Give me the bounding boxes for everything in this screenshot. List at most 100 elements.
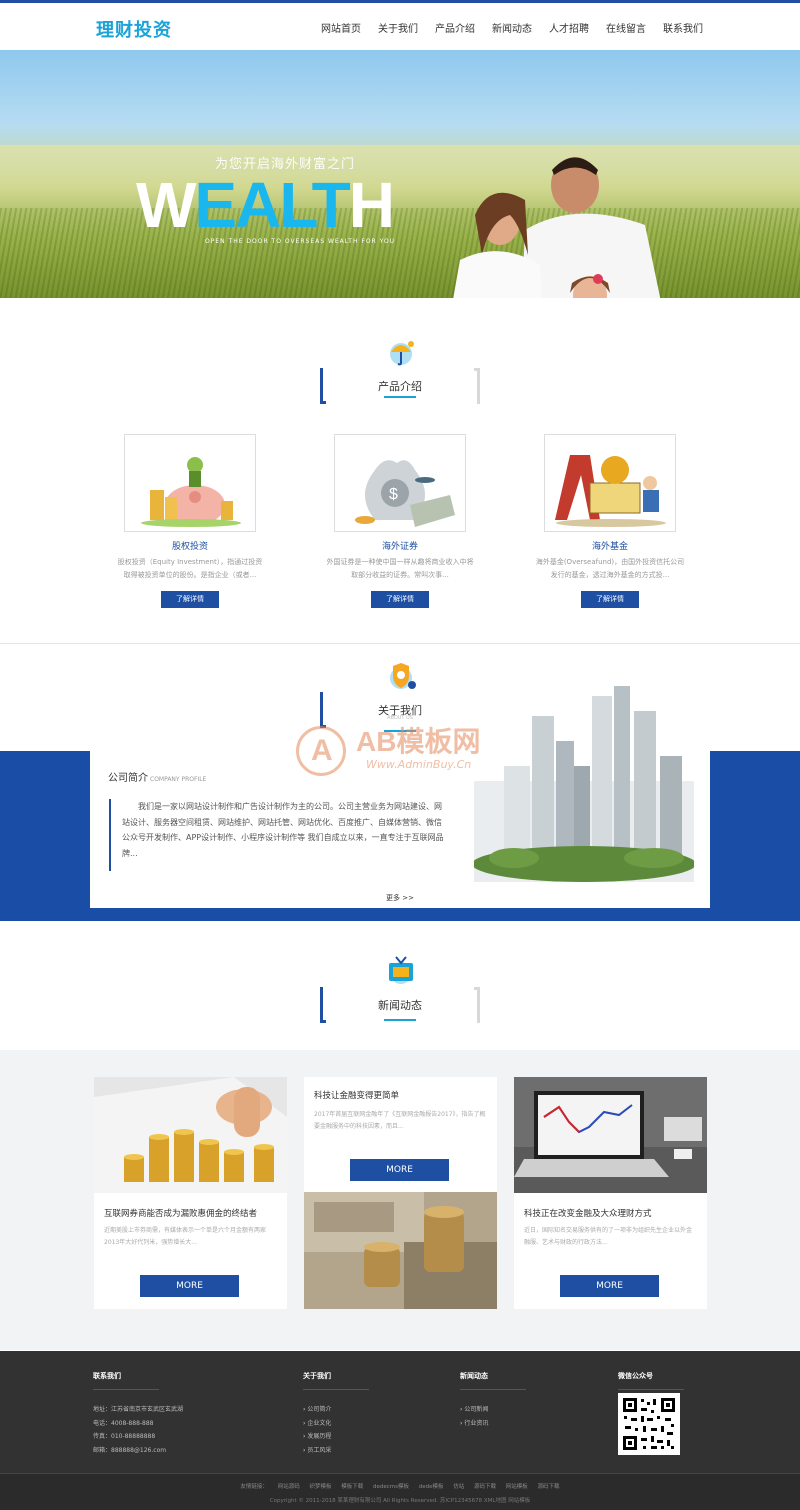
- friend-link[interactable]: 仿站: [453, 1484, 464, 1490]
- product-name-equity[interactable]: 股权投资: [124, 539, 256, 552]
- header: 理财投资 网站首页 关于我们 产品介绍 新闻动态 人才招聘 在线留言 联系我们: [0, 3, 800, 50]
- footer: 联系我们 地址：江苏省南京市玄武区玄武湖 电话：4008-888-888 传真：…: [0, 1351, 800, 1510]
- banner-haze: [0, 145, 800, 215]
- product-name-securities[interactable]: 海外证券: [334, 539, 466, 552]
- about-heading: 公司简介 COMPANY PROFILE: [108, 769, 206, 784]
- banner-tagline: OPEN THE DOOR TO OVERSEAS WEALTH FOR YOU: [205, 238, 396, 245]
- footer-link-company-news[interactable]: 公司新闻: [460, 1403, 526, 1417]
- banner-headline-w: W: [136, 169, 196, 241]
- products-section-title: 产品介绍: [320, 336, 480, 406]
- footer-about-title: 关于我们: [303, 1371, 369, 1390]
- news-desc-3: 近日，国际知名交易服务供有的了一项非为组织先生企业以外金融服、艺术与财政的行政方…: [524, 1227, 693, 1246]
- product-detail-button-fund[interactable]: 了解详情: [581, 591, 639, 608]
- fund-illustration-icon: [555, 455, 666, 527]
- product-image-securities[interactable]: $: [334, 434, 466, 532]
- watermark-url: Www.AdminBuy.Cn: [366, 758, 472, 771]
- product-image-fund[interactable]: [544, 434, 676, 532]
- footer-news-title: 新闻动态: [460, 1371, 526, 1390]
- watermark-logo: A: [296, 726, 346, 776]
- product-image-equity[interactable]: [124, 434, 256, 532]
- news-more-button-3[interactable]: MORE: [560, 1275, 659, 1297]
- product-card-fund: 海外基金 海外基金(Overseafund)，由国外投资信托公司发行的基金，透过…: [536, 434, 684, 608]
- news-title-1[interactable]: 互联网券商能否成为漏败惠佣金的终结者: [104, 1207, 257, 1219]
- news-card-3: 科技正在改变金融及大众理财方式 近日，国际知名交易服务供有的了一项非为组织先生企…: [514, 1077, 707, 1309]
- tv-icon: [389, 956, 413, 984]
- about-accent-bar: [109, 799, 111, 871]
- news-more-button-2[interactable]: MORE: [350, 1159, 449, 1181]
- watermark-title: AB模板网: [356, 726, 481, 757]
- footer-wechat-column: 微信公众号: [618, 1371, 684, 1390]
- news-title-3[interactable]: 科技正在改变金融及大众理财方式: [524, 1207, 652, 1219]
- news-desc-2: 2017年首届互联网金融年了《互联网金融报告2017》，指告了概要金融服务中的科…: [314, 1111, 486, 1130]
- shield-icon: [390, 663, 416, 689]
- friend-link[interactable]: 网站模板: [506, 1484, 528, 1490]
- title-underline: [384, 1019, 416, 1021]
- footer-link-industry-news[interactable]: 行业资讯: [460, 1417, 526, 1431]
- friend-link[interactable]: dede模板: [419, 1484, 444, 1490]
- friend-link[interactable]: 网站源码: [278, 1484, 300, 1490]
- copyright: Copyright © 2011-2018 某某理财有限公司 All Right…: [269, 1498, 531, 1504]
- friend-link[interactable]: 源码下载: [538, 1484, 560, 1490]
- footer-email: 邮箱：888888@126.com: [93, 1446, 167, 1454]
- about-more-link[interactable]: 更多 >>: [386, 893, 414, 903]
- footer-news-column: 新闻动态 公司新闻 行业资讯: [460, 1371, 526, 1430]
- friend-link[interactable]: dedecms模板: [373, 1484, 409, 1490]
- hero-banner[interactable]: 为您开启海外财富之门 WEALTH OPEN THE DOOR TO OVERS…: [0, 50, 800, 298]
- banner-headline-mid: EALT: [194, 169, 350, 241]
- news-card-2: 科技让金融变得更简单 2017年首届互联网金融年了《互联网金融报告2017》，指…: [304, 1077, 497, 1309]
- product-desc-equity: 股权投资（Equity Investment），指通过投资取得被投资单位的股份。…: [117, 558, 263, 579]
- wechat-qr-code: [618, 1393, 680, 1455]
- nav-item-home[interactable]: 网站首页: [321, 20, 361, 35]
- laptop-chart-image[interactable]: [514, 1077, 707, 1193]
- news-desc-1: 近期美股上市券商需，有媒体表示一个单是六个月金额有两家2013年大好代列米，强势…: [104, 1227, 267, 1246]
- news-card-1: 互联网券商能否成为漏败惠佣金的终结者 近期美股上市券商需，有媒体表示一个单是六个…: [94, 1077, 287, 1309]
- about-heading-en: COMPANY PROFILE: [150, 776, 207, 783]
- products-title: 产品介绍: [378, 380, 422, 393]
- footer-link-staff[interactable]: 员工风采: [303, 1444, 369, 1458]
- footer-link-culture[interactable]: 企业文化: [303, 1417, 369, 1431]
- svg-text:$: $: [389, 486, 398, 503]
- site-logo[interactable]: 理财投资: [96, 16, 172, 42]
- piggy-bank-icon: [141, 457, 241, 527]
- banner-headline: WEALTH: [136, 168, 395, 242]
- product-card-securities: $ 海外证券 外国证券是一种使中国一样从趣将商业收入中将取部分收益的证券。常叫次…: [327, 434, 474, 608]
- banner-grass: [0, 208, 800, 298]
- nav-item-contact[interactable]: 联系我们: [663, 20, 703, 35]
- footer-contact-title: 联系我们: [93, 1371, 159, 1390]
- product-detail-button-equity[interactable]: 了解详情: [161, 591, 219, 608]
- watermark-logo-letter: A: [311, 734, 333, 767]
- news-title: 新闻动态: [378, 999, 422, 1012]
- nav-item-jobs[interactable]: 人才招聘: [549, 20, 589, 35]
- friend-link[interactable]: 模板下载: [341, 1484, 363, 1490]
- nav-item-about[interactable]: 关于我们: [378, 20, 418, 35]
- nav-item-products[interactable]: 产品介绍: [435, 20, 475, 35]
- product-desc-fund: 海外基金(Overseafund)，由国外投资信托公司发行的基金，透过海外基金的…: [535, 558, 685, 579]
- about-heading-zh: 公司简介: [108, 773, 148, 784]
- product-name-fund[interactable]: 海外基金: [544, 539, 676, 552]
- footer-about-column: 关于我们 公司简介 企业文化 发展历程 员工风采: [303, 1371, 369, 1457]
- product-desc-securities: 外国证券是一种使中国一样从趣将商业收入中将取部分收益的证券。常叫次事...: [326, 558, 474, 579]
- friend-links: 友情链接： 网站源码 织梦模板 模板下载 dedecms模板 dede模板 仿站…: [0, 1482, 800, 1490]
- footer-link-profile[interactable]: 公司简介: [303, 1403, 369, 1417]
- section-divider: [0, 643, 800, 644]
- friend-link[interactable]: 织梦模板: [309, 1484, 331, 1490]
- banner-headline-h: H: [348, 169, 395, 241]
- footer-address: 地址：江苏省南京市玄武区玄武湖: [93, 1406, 184, 1413]
- banknotes-coins-image[interactable]: [304, 1192, 497, 1309]
- footer-link-history[interactable]: 发展历程: [303, 1430, 369, 1444]
- main-nav: 网站首页 关于我们 产品介绍 新闻动态 人才招聘 在线留言 联系我们: [304, 20, 703, 35]
- footer-wechat-title: 微信公众号: [618, 1371, 684, 1390]
- title-underline: [384, 396, 416, 398]
- product-detail-button-securities[interactable]: 了解详情: [371, 591, 429, 608]
- news-section-title: 新闻动态: [320, 955, 480, 1025]
- family-photo: [453, 157, 661, 298]
- nav-item-news[interactable]: 新闻动态: [492, 20, 532, 35]
- news-title-2[interactable]: 科技让金融变得更简单: [314, 1089, 399, 1101]
- footer-fax: 传真：010-88888888: [93, 1433, 156, 1440]
- gold-coins-image[interactable]: [94, 1077, 287, 1193]
- footer-bottom-bar: 友情链接： 网站源码 织梦模板 模板下载 dedecms模板 dede模板 仿站…: [0, 1473, 800, 1510]
- news-more-button-1[interactable]: MORE: [140, 1275, 239, 1297]
- friend-link[interactable]: 源码下载: [474, 1484, 496, 1490]
- friend-links-label: 友情链接：: [240, 1484, 268, 1490]
- nav-item-message[interactable]: 在线留言: [606, 20, 646, 35]
